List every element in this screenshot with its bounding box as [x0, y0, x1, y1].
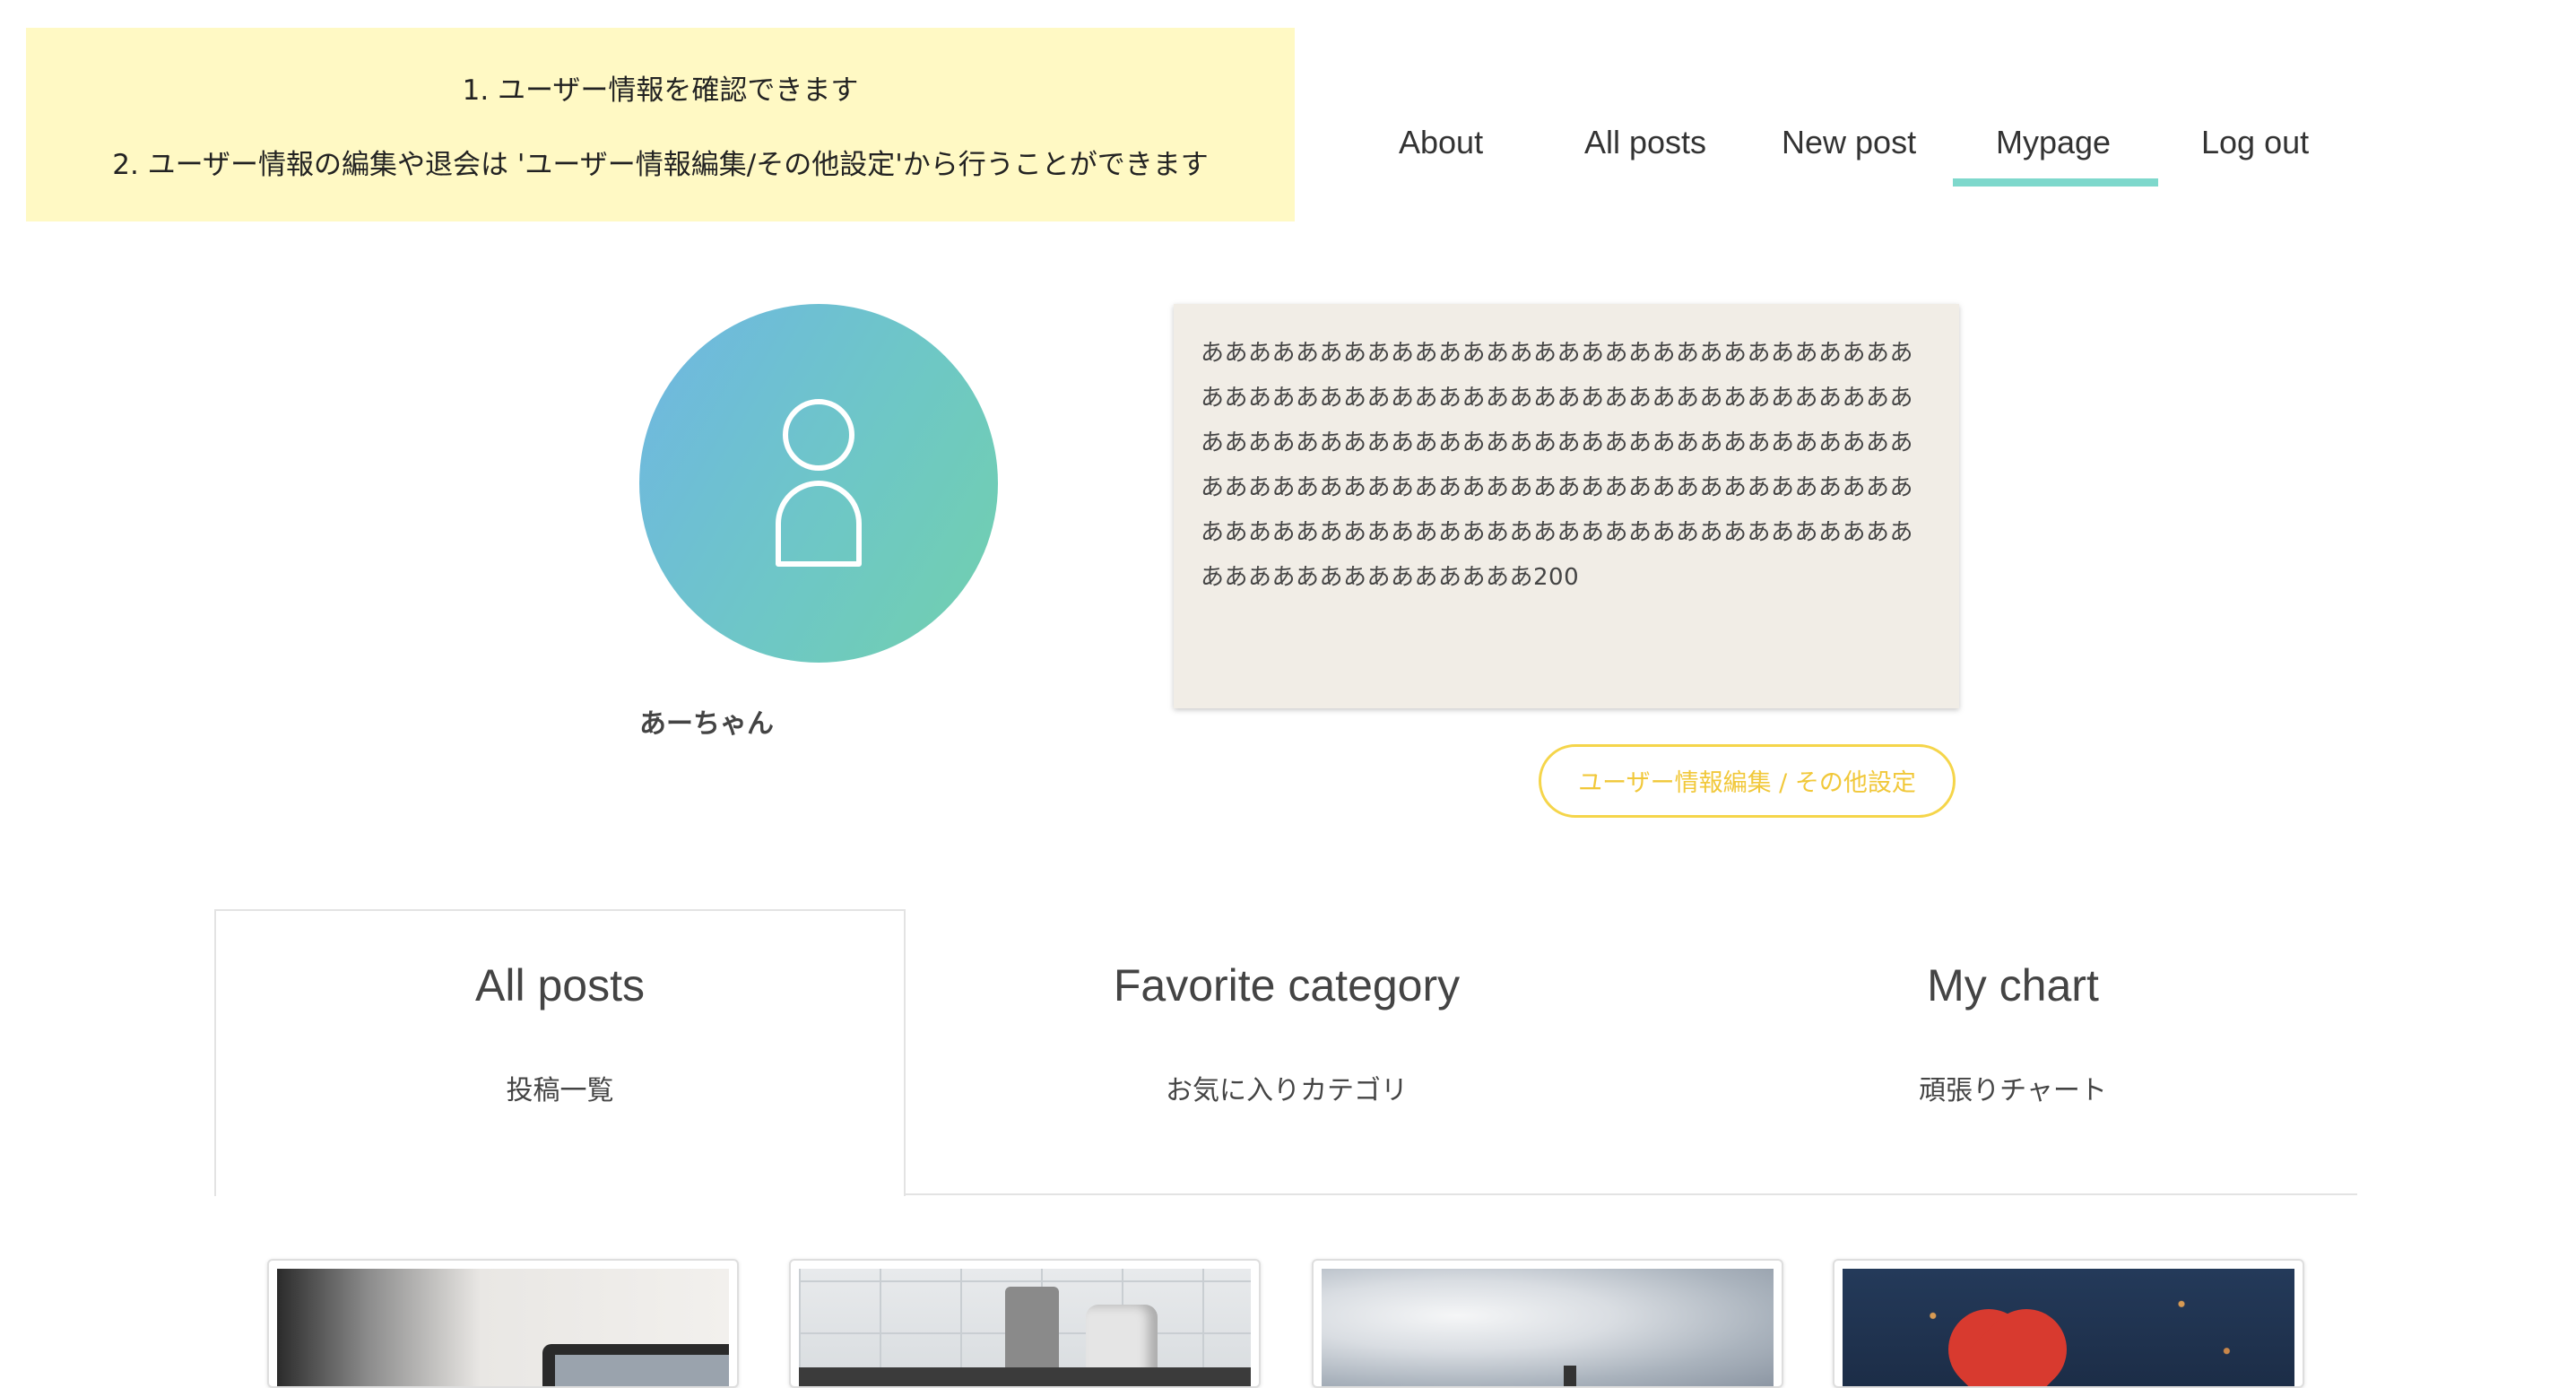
user-icon — [776, 399, 862, 567]
post-thumbnail-kitchen — [799, 1269, 1251, 1386]
avatar — [639, 304, 998, 663]
bio-text: ああああああああああああああああああああああああああああああああああああああああ… — [1201, 340, 1914, 591]
nav-new-post[interactable]: New post — [1782, 124, 1916, 161]
post-card[interactable] — [267, 1259, 739, 1388]
tab-favorite-category-title: Favorite category — [1113, 960, 1461, 1011]
username: あーちゃん — [639, 708, 774, 740]
post-thumbnail-laptop — [277, 1269, 729, 1386]
tab-all-posts-title: All posts — [475, 960, 645, 1011]
nav-about[interactable]: About — [1399, 124, 1483, 161]
nav-active-indicator — [1953, 178, 2158, 187]
tab-all-posts-active-frame — [214, 909, 906, 1196]
tab-all-posts-subtitle: 投稿一覧 — [506, 1075, 614, 1106]
profile-bio: ああああああああああああああああああああああああああああああああああああああああ… — [1174, 304, 1959, 708]
post-thumbnail-lanterns — [1843, 1269, 2294, 1386]
instruction-notice: 1. ユーザー情報を確認できます 2. ユーザー情報の編集や退会は 'ユーザー情… — [26, 28, 1295, 221]
nav-mypage[interactable]: Mypage — [1996, 124, 2111, 161]
post-card[interactable] — [1312, 1259, 1783, 1388]
nav-all-posts[interactable]: All posts — [1584, 124, 1706, 161]
post-card[interactable] — [1833, 1259, 2304, 1388]
notice-line-2: 2. ユーザー情報の編集や退会は 'ユーザー情報編集/その他設定'から行うことが… — [112, 149, 1209, 181]
post-card[interactable] — [789, 1259, 1261, 1388]
nav-log-out[interactable]: Log out — [2201, 124, 2309, 161]
tab-my-chart-title: My chart — [1927, 960, 2099, 1011]
tab-favorite-category-subtitle: お気に入りカテゴリ — [1166, 1075, 1408, 1106]
post-thumbnail-sky — [1322, 1269, 1774, 1386]
notice-line-1: 1. ユーザー情報を確認できます — [462, 74, 859, 107]
edit-profile-button[interactable]: ユーザー情報編集 / その他設定 — [1539, 744, 1956, 818]
tab-my-chart-subtitle: 頑張りチャート — [1919, 1075, 2107, 1106]
